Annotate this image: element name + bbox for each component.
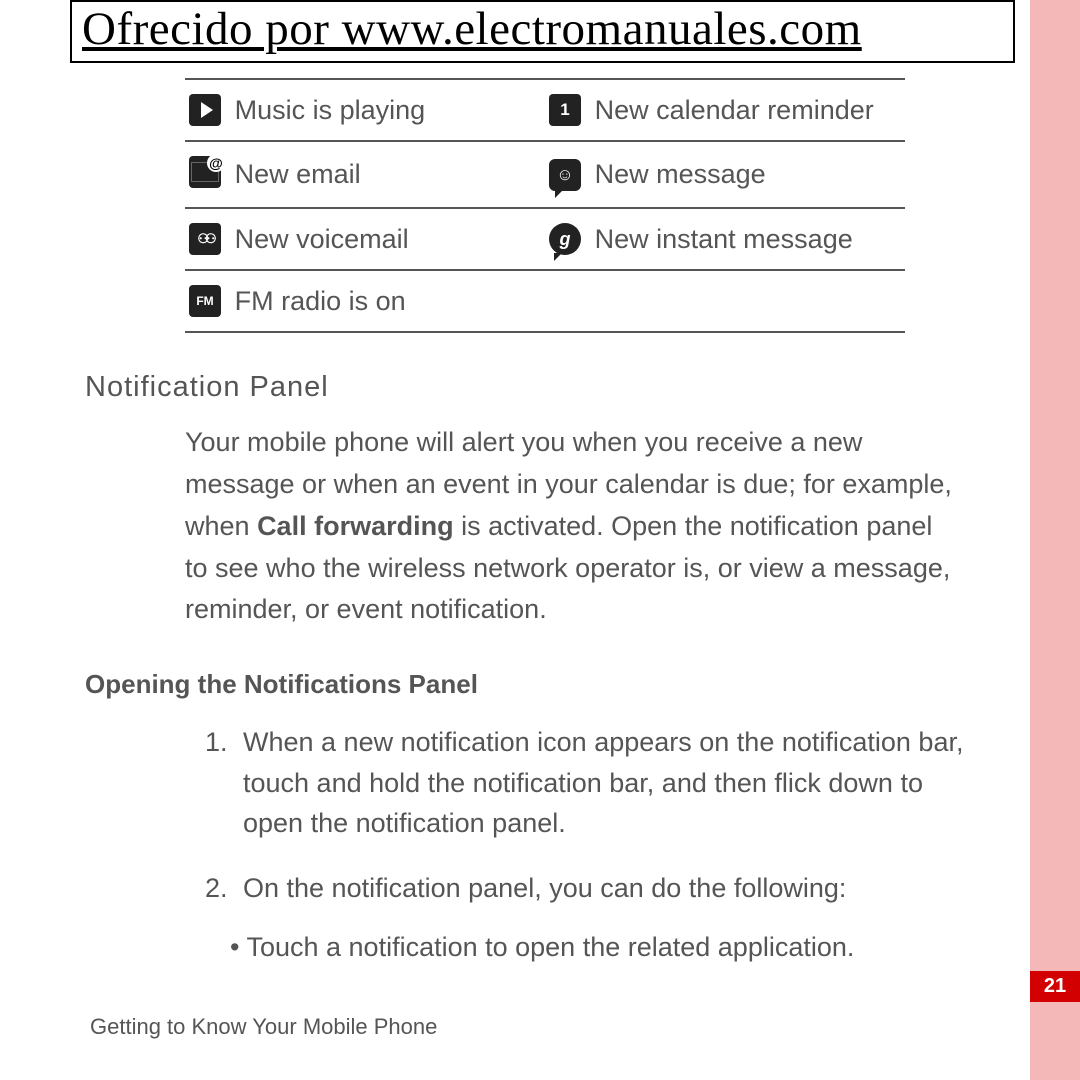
body-paragraph: Your mobile phone will alert you when yo… <box>185 422 960 631</box>
message-icon <box>549 159 581 191</box>
step-item: When a new notification icon appears on … <box>235 722 980 844</box>
email-icon <box>189 156 221 188</box>
play-icon <box>189 94 221 126</box>
attribution-box: Ofrecido por www.electromanuales.com <box>70 0 1015 63</box>
subsection-heading-opening-panel: Opening the Notifications Panel <box>85 669 980 700</box>
icon-label: New instant message <box>591 208 905 270</box>
table-row: FM radio is on <box>185 270 905 332</box>
bold-term-call-forwarding: Call forwarding <box>257 511 454 541</box>
icon-label: New voicemail <box>231 208 545 270</box>
calendar-icon <box>549 94 581 126</box>
section-heading-notification-panel: Notification Panel <box>85 371 980 404</box>
steps-list: When a new notification icon appears on … <box>205 722 980 908</box>
attribution-text: Ofrecido por www.electromanuales.com <box>82 3 862 55</box>
bullet-item: Touch a notification to open the related… <box>230 932 980 963</box>
icon-label: Music is playing <box>231 79 545 141</box>
table-row: New email New message <box>185 141 905 208</box>
page-number-tab: 21 <box>1030 971 1080 1002</box>
table-row: New voicemail New instant message <box>185 208 905 270</box>
table-row: Music is playing New calendar reminder <box>185 79 905 141</box>
icon-label: New message <box>591 141 905 208</box>
voicemail-icon <box>189 223 221 255</box>
instant-message-icon <box>549 223 581 255</box>
icon-label <box>591 270 905 332</box>
step-item: On the notification panel, you can do th… <box>235 868 980 909</box>
icon-label: New email <box>231 141 545 208</box>
notification-icons-table: Music is playing New calendar reminder N… <box>185 78 905 333</box>
icon-label: New calendar reminder <box>591 79 905 141</box>
bullet-list: Touch a notification to open the related… <box>230 932 980 963</box>
footer-chapter-title: Getting to Know Your Mobile Phone <box>90 1014 437 1040</box>
icon-label: FM radio is on <box>231 270 545 332</box>
fm-radio-icon <box>189 285 221 317</box>
